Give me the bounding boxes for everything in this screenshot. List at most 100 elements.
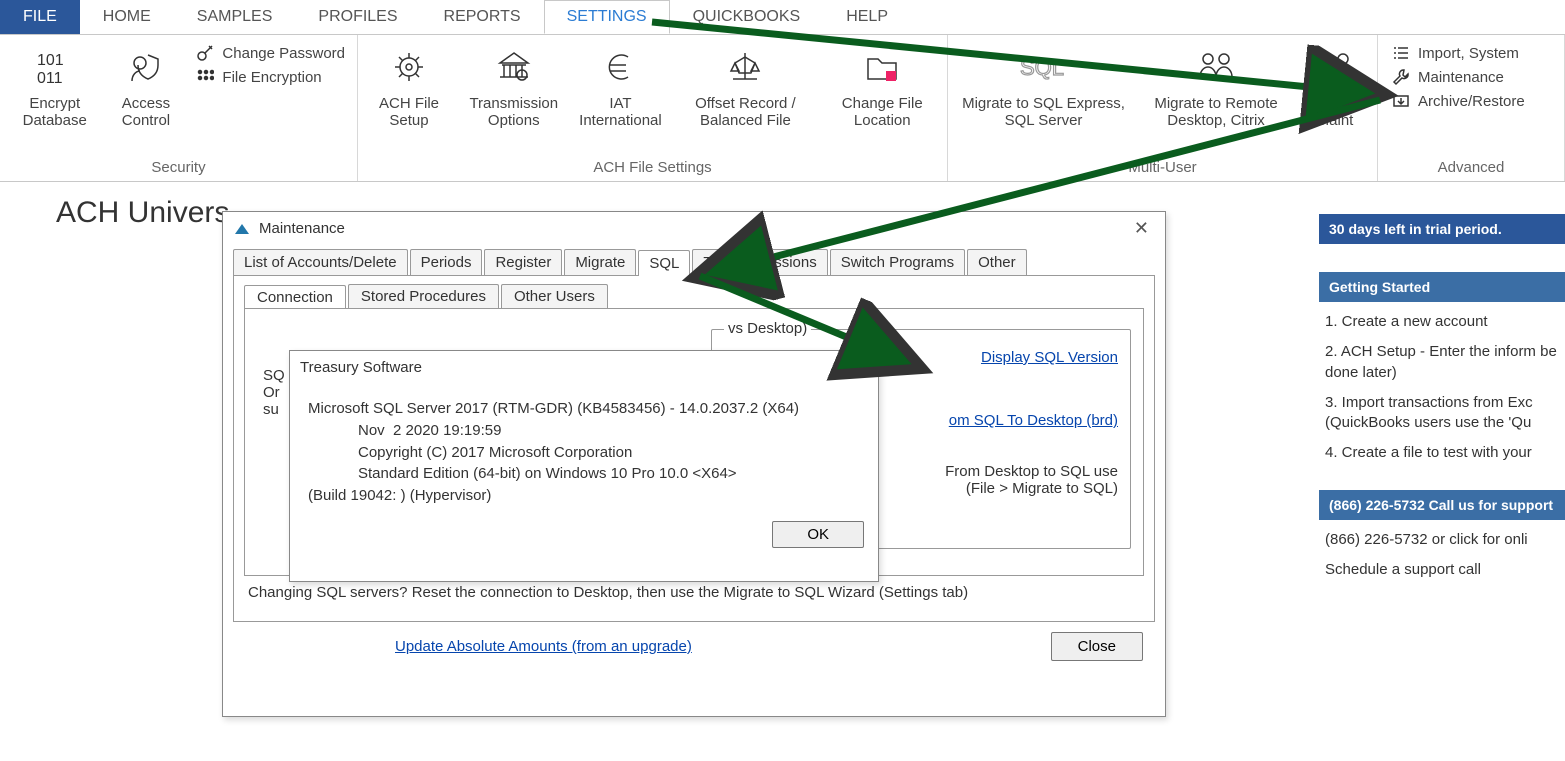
file-encryption-button[interactable]: File Encryption [188, 65, 351, 89]
migrate-remote-label: Migrate to Remote Desktop, Citrix [1141, 95, 1291, 129]
ach-file-setup-button[interactable]: ACH File Setup [364, 39, 454, 157]
encrypt-database-label: Encrypt Database [14, 95, 95, 129]
group-ach: ACH File Setup Transmission Options IAT … [358, 35, 948, 181]
key-icon [194, 44, 216, 62]
menu-file[interactable]: FILE [0, 0, 80, 34]
shield-user-icon [126, 43, 166, 91]
folder-save-icon [862, 43, 902, 91]
change-password-button[interactable]: Change Password [188, 41, 351, 65]
svg-text:011: 011 [37, 70, 63, 87]
close-button[interactable]: Close [1051, 632, 1143, 661]
group-multi-label: Multi-User [954, 157, 1371, 179]
maintenance-title: Maintenance [233, 220, 345, 238]
maintenance-tabs: List of Accounts/Delete Periods Register… [223, 245, 1165, 275]
ribbon: 101011 Encrypt Database Access Control C… [0, 34, 1565, 182]
iat-international-label: IAT International [579, 95, 662, 129]
tab-periods[interactable]: Periods [410, 249, 483, 275]
su-text: su [263, 401, 285, 418]
sql-icon: SQL [1016, 43, 1072, 91]
group-ach-label: ACH File Settings [364, 157, 941, 179]
sql-to-desktop-link[interactable]: om SQL To Desktop (brd) [949, 412, 1118, 429]
update-absolute-amounts-link[interactable]: Update Absolute Amounts (from an upgrade… [395, 638, 692, 655]
encrypt-database-button[interactable]: 101011 Encrypt Database [6, 39, 103, 157]
bank-gear-icon [494, 43, 534, 91]
migrate-sql-label: Migrate to SQL Express, SQL Server [962, 95, 1125, 129]
menu-quickbooks[interactable]: QUICKBOOKS [670, 0, 824, 34]
binary-icon: 101011 [35, 43, 75, 91]
trial-banner: 30 days left in trial period. [1319, 214, 1565, 244]
app-icon [233, 220, 251, 238]
group-advanced-label: Advanced [1384, 157, 1558, 179]
offset-record-button[interactable]: Offset Record / Balanced File [667, 39, 823, 157]
change-file-location-button[interactable]: Change File Location [823, 39, 941, 157]
tab-list-accounts[interactable]: List of Accounts/Delete [233, 249, 408, 275]
msgbox-close-icon[interactable]: ✕ [841, 357, 868, 378]
group-advanced: Import, System Maintenance Archive/Resto… [1378, 35, 1565, 181]
maintenance-label: Maintenance [1418, 69, 1504, 86]
step-4[interactable]: 4. Create a file to test with your [1325, 443, 1559, 463]
citrix-maint-button[interactable]: Citrix Maint [1299, 39, 1371, 157]
subtab-other-users[interactable]: Other Users [501, 284, 608, 308]
sql-version-dialog: Treasury Software ✕ Microsoft SQL Server… [289, 350, 879, 582]
menu-reports[interactable]: REPORTS [421, 0, 544, 34]
ach-file-setup-label: ACH File Setup [372, 95, 446, 129]
step-2[interactable]: 2. ACH Setup - Enter the inform be done … [1325, 342, 1559, 383]
tab-register[interactable]: Register [484, 249, 562, 275]
ok-button[interactable]: OK [772, 521, 864, 548]
balance-icon [725, 43, 765, 91]
close-icon[interactable]: ✕ [1128, 218, 1155, 239]
list-icon [1390, 44, 1412, 62]
display-sql-version-link[interactable]: Display SQL Version [981, 349, 1118, 366]
import-system-button[interactable]: Import, System [1384, 41, 1531, 65]
menu-settings[interactable]: SETTINGS [544, 0, 670, 34]
iat-international-button[interactable]: IAT International [574, 39, 668, 157]
svg-text:101: 101 [37, 52, 64, 69]
getting-started-list: 1. Create a new account 2. ACH Setup - E… [1319, 302, 1565, 490]
access-control-button[interactable]: Access Control [103, 39, 188, 157]
or-text: Or [263, 384, 285, 401]
change-password-label: Change Password [222, 45, 345, 62]
menu-home[interactable]: HOME [80, 0, 174, 34]
wrench-icon [1390, 68, 1412, 86]
users-icon [1196, 43, 1236, 91]
users2-icon [1315, 43, 1355, 91]
archive-restore-button[interactable]: Archive/Restore [1384, 89, 1531, 113]
subtab-connection[interactable]: Connection [244, 285, 346, 309]
msgbox-body: Microsoft SQL Server 2017 (RTM-GDR) (KB4… [290, 384, 878, 515]
file-encryption-label: File Encryption [222, 69, 321, 86]
group-security-label: Security [6, 157, 351, 179]
gear-icon [389, 43, 429, 91]
tab-sql[interactable]: SQL [638, 250, 690, 276]
support-schedule[interactable]: Schedule a support call [1325, 560, 1559, 580]
transmission-options-button[interactable]: Transmission Options [454, 39, 573, 157]
import-system-label: Import, System [1418, 45, 1519, 62]
step-1[interactable]: 1. Create a new account [1325, 312, 1559, 332]
maintenance-button[interactable]: Maintenance [1384, 65, 1531, 89]
transmission-options-label: Transmission Options [462, 95, 565, 129]
offset-record-label: Offset Record / Balanced File [675, 95, 815, 129]
subtab-stored-procedures[interactable]: Stored Procedures [348, 284, 499, 308]
change-file-location-label: Change File Location [831, 95, 933, 129]
migrate-remote-button[interactable]: Migrate to Remote Desktop, Citrix [1133, 39, 1299, 157]
euro-icon [600, 43, 640, 91]
tab-test-permissions[interactable]: Test Permissions [692, 249, 827, 275]
support-phone[interactable]: (866) 226-5732 or click for onli [1325, 530, 1559, 550]
tab-other[interactable]: Other [967, 249, 1027, 275]
dots-icon [194, 68, 216, 86]
menu-profiles[interactable]: PROFILES [295, 0, 420, 34]
tab-migrate[interactable]: Migrate [564, 249, 636, 275]
step-3[interactable]: 3. Import transactions from Exc (QuickBo… [1325, 393, 1559, 434]
migrate-sql-button[interactable]: SQL Migrate to SQL Express, SQL Server [954, 39, 1133, 157]
access-control-label: Access Control [111, 95, 180, 129]
archive-icon [1390, 92, 1412, 110]
citrix-maint-label: Citrix Maint [1307, 95, 1363, 129]
menu-samples[interactable]: SAMPLES [174, 0, 296, 34]
menu-help[interactable]: HELP [823, 0, 911, 34]
group-security: 101011 Encrypt Database Access Control C… [0, 35, 358, 181]
tab-switch-programs[interactable]: Switch Programs [830, 249, 965, 275]
getting-started-header: Getting Started [1319, 272, 1565, 302]
support-list: (866) 226-5732 or click for onli Schedul… [1319, 520, 1565, 607]
group-multi: SQL Migrate to SQL Express, SQL Server M… [948, 35, 1378, 181]
svg-text:SQL: SQL [1020, 55, 1064, 80]
msgbox-title: Treasury Software [300, 359, 422, 376]
